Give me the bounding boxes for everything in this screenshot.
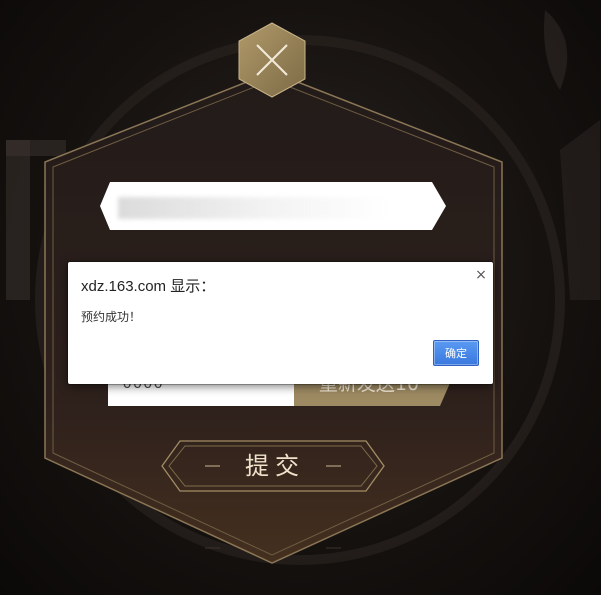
close-icon[interactable] — [252, 40, 292, 80]
close-icon[interactable]: × — [473, 267, 489, 283]
alert-dialog: xdz.163.com 显示： 预约成功！ × 确定 — [68, 262, 493, 384]
ok-button[interactable]: 确定 — [433, 340, 479, 366]
submit-button[interactable]: 提交 — [230, 446, 320, 486]
page-root: 0000 重新发送10 提交 xdz.163.com 显示： 预约成功！ × 确… — [0, 0, 601, 595]
ok-button-label: 确定 — [445, 347, 467, 360]
dialog-message: 预约成功！ — [81, 310, 142, 324]
phone-input[interactable] — [118, 197, 388, 219]
dialog-title: xdz.163.com 显示： — [81, 278, 216, 295]
